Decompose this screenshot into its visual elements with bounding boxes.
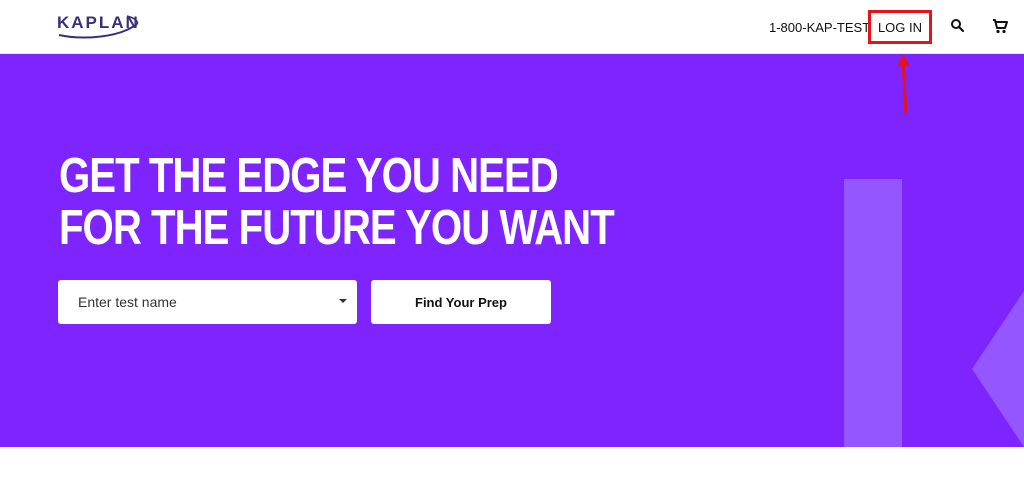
chevron-down-icon (339, 299, 347, 303)
hero-headline-line-1: GET THE EDGE YOU NEED (59, 149, 559, 203)
hero-headline: GET THE EDGE YOU NEED FOR THE FUTURE YOU… (59, 149, 615, 255)
cart-icon[interactable] (991, 17, 1009, 35)
k-decoration-icon (844, 179, 1024, 447)
phone-number-link[interactable]: 1-800-KAP-TEST (769, 20, 870, 35)
test-name-placeholder: Enter test name (78, 294, 177, 310)
find-your-prep-button[interactable]: Find Your Prep (371, 280, 551, 324)
logo-text: KAPLAN (57, 13, 140, 32)
hero-banner: GET THE EDGE YOU NEED FOR THE FUTURE YOU… (0, 54, 1024, 447)
test-name-select[interactable]: Enter test name (58, 280, 357, 324)
hero-headline-line-2: FOR THE FUTURE YOU WANT (59, 201, 615, 255)
site-header: KAPLAN 1-800-KAP-TEST LOG IN (0, 0, 1024, 54)
login-button[interactable]: LOG IN (868, 10, 932, 44)
search-icon[interactable] (949, 17, 967, 35)
kaplan-logo[interactable]: KAPLAN (57, 12, 141, 40)
